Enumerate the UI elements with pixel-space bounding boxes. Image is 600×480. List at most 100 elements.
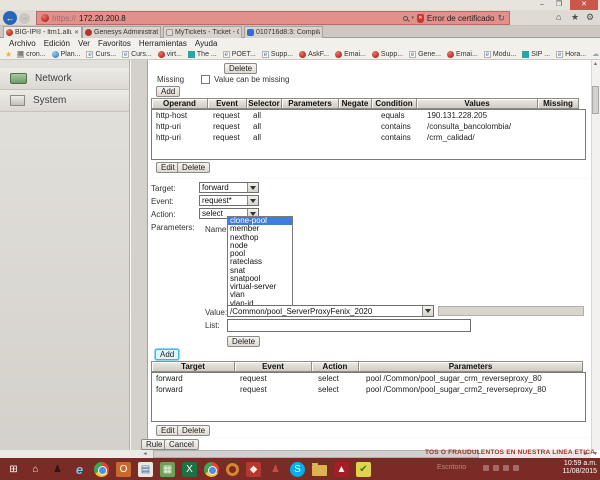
settings-icon[interactable]: ⚙ <box>586 12 594 23</box>
red-person-icon[interactable]: ♟ <box>268 462 283 477</box>
favorite-item-10[interactable]: Emai... <box>335 51 366 58</box>
vertical-scrollbar[interactable] <box>591 60 600 450</box>
name-option-virtual-server[interactable]: virtual-server <box>228 283 292 291</box>
address-bar[interactable]: https:// 172.20.200.8 ▾ ✕ Error de certi… <box>36 11 510 25</box>
excel-icon[interactable]: X <box>182 462 197 477</box>
name-listbox[interactable]: clone-poolmembernexthopnodepoolrateclass… <box>227 216 293 308</box>
sidebar-item-network[interactable]: Network <box>0 68 129 90</box>
target-select[interactable]: forward <box>199 182 259 193</box>
scroll-left-icon[interactable]: ◄ <box>140 450 150 458</box>
scroll-up-icon[interactable]: ▲ <box>591 60 600 69</box>
refresh-icon[interactable]: ↻ <box>497 13 505 24</box>
home-icon[interactable]: ⌂ <box>556 12 561 22</box>
adobe-reader-icon[interactable]: ▲ <box>334 462 349 477</box>
favorite-item-7[interactable]: ePOET... <box>223 51 256 58</box>
delete-parameter-button[interactable]: Delete <box>227 336 260 347</box>
add-condition-button[interactable]: Add <box>156 86 180 97</box>
favorite-item-16[interactable]: eHora... <box>556 51 586 58</box>
column-header-parameters[interactable]: Parameters <box>281 98 339 109</box>
name-option-rateclass[interactable]: rateclass <box>228 258 292 266</box>
condition-row[interactable]: http-urirequestallcontains/crm_calidad/ <box>152 132 585 143</box>
column-header-operand[interactable]: Operand <box>151 98 208 109</box>
favorite-item-11[interactable]: Supp... <box>372 51 403 58</box>
column-header-selector[interactable]: Selector <box>246 98 282 109</box>
delete-action-button[interactable]: Delete <box>177 425 210 436</box>
menu-archivo[interactable]: Archivo <box>5 39 40 48</box>
tray-icon[interactable] <box>513 465 519 471</box>
favorite-item-8[interactable]: eSupp... <box>262 51 293 58</box>
app-window-icon[interactable]: ▤ <box>138 462 153 477</box>
orange-ring-icon[interactable] <box>226 463 239 476</box>
favorite-item-5[interactable]: virt... <box>158 51 182 58</box>
vertical-scroll-thumb[interactable] <box>592 86 599 114</box>
tray-icon[interactable] <box>493 465 499 471</box>
favorites-star-icon[interactable]: ★ <box>5 50 12 59</box>
name-option-snatpool[interactable]: snatpool <box>228 275 292 283</box>
value-select[interactable]: /Common/pool_ServerProxyFenix_2020 <box>227 305 434 317</box>
favorite-item-9[interactable]: AskF... <box>299 51 329 58</box>
column-header-parameters[interactable]: Parameters <box>358 361 583 372</box>
delete-top-button[interactable]: Delete <box>224 63 257 74</box>
name-option-member[interactable]: member <box>228 225 292 233</box>
favorite-item-4[interactable]: eCurs... <box>122 51 152 58</box>
name-option-nexthop[interactable]: nexthop <box>228 234 292 242</box>
action-row[interactable]: forwardrequestselectpool /Common/pool_su… <box>152 373 585 384</box>
add-action-button[interactable]: Add <box>155 349 179 360</box>
menu-favoritos[interactable]: Favoritos <box>94 39 135 48</box>
favorite-item-17[interactable]: ☁Conf... <box>592 51 600 58</box>
conditions-table[interactable]: http-hostrequestallequals190.131.228.205… <box>151 109 586 160</box>
horizontal-scroll-thumb[interactable] <box>153 450 479 458</box>
favorite-item-13[interactable]: Emai... <box>447 51 478 58</box>
name-option-vlan[interactable]: vlan <box>228 291 292 299</box>
cancel-button[interactable]: Cancel <box>164 439 199 450</box>
column-header-negate[interactable]: Negate <box>338 98 372 109</box>
condition-row[interactable]: http-urirequestallcontains/consulta_banc… <box>152 121 585 132</box>
tray-icon[interactable] <box>483 465 489 471</box>
browser-tab-1[interactable]: BIG-IP® - ltm1.allus.com.c...✕ <box>3 26 82 38</box>
start-button[interactable]: ⊞ <box>6 462 21 477</box>
name-option-node[interactable]: node <box>228 242 292 250</box>
column-header-action[interactable]: Action <box>311 361 359 372</box>
cert-error-label[interactable]: Error de certificado <box>427 14 495 23</box>
system-tray[interactable] <box>483 465 519 471</box>
forward-button[interactable]: → <box>19 13 30 24</box>
condition-row[interactable]: http-hostrequestallequals190.131.228.205 <box>152 110 585 121</box>
clock[interactable]: 10:59 a.m. 11/08/2015 <box>537 460 597 476</box>
column-header-event[interactable]: Event <box>234 361 312 372</box>
window-maximize-button[interactable]: ❐ <box>551 0 567 10</box>
chrome-icon[interactable] <box>94 462 109 477</box>
red-app-icon[interactable]: ◆ <box>246 462 261 477</box>
name-option-pool[interactable]: pool <box>228 250 292 258</box>
favorite-item-12[interactable]: eGene... <box>409 51 441 58</box>
delete-condition-button[interactable]: Delete <box>177 162 210 173</box>
favorites-icon[interactable]: ★ <box>571 12 579 23</box>
sidebar-item-system[interactable]: System <box>0 90 129 112</box>
desktop-home-icon[interactable]: ⌂ <box>28 462 43 477</box>
list-input[interactable] <box>227 319 471 332</box>
favorite-item-2[interactable]: Plan... <box>52 51 81 58</box>
event-select[interactable]: request* <box>199 195 259 206</box>
search-icon[interactable] <box>403 16 408 21</box>
column-header-condition[interactable]: Condition <box>371 98 417 109</box>
back-button[interactable]: ← <box>3 11 17 25</box>
tray-icon[interactable] <box>503 465 509 471</box>
menu-ver[interactable]: Ver <box>74 39 94 48</box>
favorite-item-14[interactable]: eModu... <box>484 51 516 58</box>
folder-icon[interactable] <box>312 465 327 476</box>
missing-checkbox[interactable] <box>201 75 210 84</box>
menu-herramientas[interactable]: Herramientas <box>135 39 191 48</box>
tab-close-icon[interactable]: ✕ <box>74 29 79 36</box>
browser-tab-4[interactable]: 010716d8:3: Compilation of It... <box>244 26 323 38</box>
desktop-toolbar-label[interactable]: Escritorio <box>437 464 466 471</box>
search-caret-icon[interactable]: ▾ <box>411 15 414 21</box>
favorite-item-3[interactable]: eCurs... <box>86 51 116 58</box>
action-row[interactable]: forwardrequestselectpool /Common/pool_su… <box>152 384 585 395</box>
user-silhouette-icon[interactable]: ♟ <box>50 462 65 477</box>
menu-ayuda[interactable]: Ayuda <box>191 39 222 48</box>
browser-tab-2[interactable]: Genesys Administrator, Server ... <box>82 26 161 38</box>
favorite-item-6[interactable]: The ... <box>188 51 217 58</box>
monitor-app-icon[interactable]: ✔ <box>356 462 371 477</box>
actions-table[interactable]: forwardrequestselectpool /Common/pool_su… <box>151 372 586 422</box>
pane-splitter[interactable] <box>130 60 148 450</box>
menu-edición[interactable]: Edición <box>40 39 74 48</box>
